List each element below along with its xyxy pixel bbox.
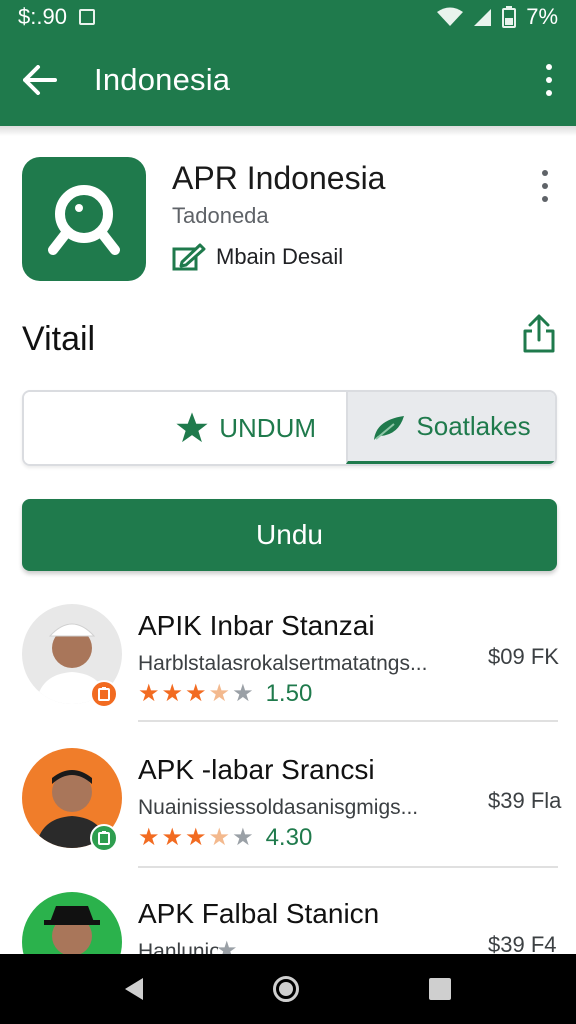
segmented-control: UNDUM Soatlakes <box>22 390 557 466</box>
developer-link[interactable]: Mbain Desail <box>172 243 343 271</box>
developer-label: Mbain Desail <box>216 244 344 269</box>
star-icon: ★ <box>185 824 207 851</box>
battery-icon <box>502 6 517 28</box>
segment-soatlakes[interactable]: Soatlakes <box>346 392 555 464</box>
back-arrow-icon <box>23 65 57 95</box>
list-item[interactable]: APK -labar Srancsi Nuainissiessoldasanisg… <box>0 748 576 894</box>
list-item-description: Harblstalasrokalsertmatatngs... <box>138 652 428 675</box>
nav-home-icon[interactable] <box>273 976 299 1002</box>
star-icon: ★ <box>208 680 231 707</box>
app-subtitle: Tadoneda <box>172 203 269 228</box>
app-logo <box>22 157 146 281</box>
edit-icon <box>172 243 206 271</box>
list-item-price: $09 FK <box>488 644 559 669</box>
star-icon: ★ <box>185 680 207 707</box>
segment-undum-label: UNDUM <box>219 412 316 443</box>
app-name: APR Indonesia <box>172 160 386 196</box>
rating: ★ ★ ★ ★ ★ 4.30 <box>138 824 312 852</box>
star-icon: ★ <box>161 824 184 851</box>
share-icon[interactable] <box>522 314 556 354</box>
app-bar-shadow <box>0 126 576 136</box>
star-icon: ★ <box>232 680 254 707</box>
star-icon: ★ <box>161 680 184 707</box>
rating: ★ ★ ★ ★ ★ 1.50 <box>138 680 312 708</box>
list-item-title: APK -labar Srancsi <box>138 754 375 785</box>
status-badge <box>90 824 118 852</box>
section-title: Vitail <box>22 320 96 358</box>
app-bar-title: Indonesia <box>94 62 231 97</box>
star-icon: ★ <box>138 824 160 851</box>
star-icon: ★ <box>232 824 254 851</box>
more-vert-icon[interactable] <box>542 60 556 100</box>
leaf-icon <box>374 415 405 440</box>
status-badge <box>90 680 118 708</box>
header-more-icon[interactable] <box>538 170 552 202</box>
signal-icon <box>474 9 492 26</box>
rating-value: 4.30 <box>265 824 313 851</box>
nav-back-icon[interactable] <box>125 978 143 1000</box>
nav-recents-icon[interactable] <box>429 978 451 1000</box>
wifi-icon <box>437 7 464 26</box>
magnifier-logo-icon <box>48 185 120 255</box>
app-bar: Indonesia <box>0 34 576 126</box>
back-button[interactable] <box>20 60 60 100</box>
star-icon: ★ <box>208 824 231 851</box>
status-time: $:.90 <box>18 4 67 29</box>
primary-button[interactable]: Undu <box>22 499 557 571</box>
list-item-title: APIK Inbar Stanzai <box>138 610 375 641</box>
segment-soatlakes-label: Soatlakes <box>416 411 531 441</box>
list-divider <box>138 866 558 868</box>
list-item-title: APK Falbal Stanicn <box>138 898 380 929</box>
system-nav-bar <box>0 954 576 1024</box>
star-icon <box>176 412 208 443</box>
rating-value: 1.50 <box>265 680 313 707</box>
star-icon: ★ <box>138 680 160 707</box>
list-item[interactable]: APIK Inbar Stanzai Harblstalasrokalsertma… <box>0 604 576 750</box>
status-bar: $:.90 7% <box>0 0 576 34</box>
segment-undum[interactable]: UNDUM <box>24 392 346 464</box>
notification-icon <box>78 9 95 25</box>
list-divider <box>138 720 558 722</box>
battery-percent: 7% <box>526 4 558 29</box>
list-item-price: $39 Fla <box>488 788 562 813</box>
list-item-description: Nuainissiessoldasanisgmigs... <box>138 796 419 819</box>
